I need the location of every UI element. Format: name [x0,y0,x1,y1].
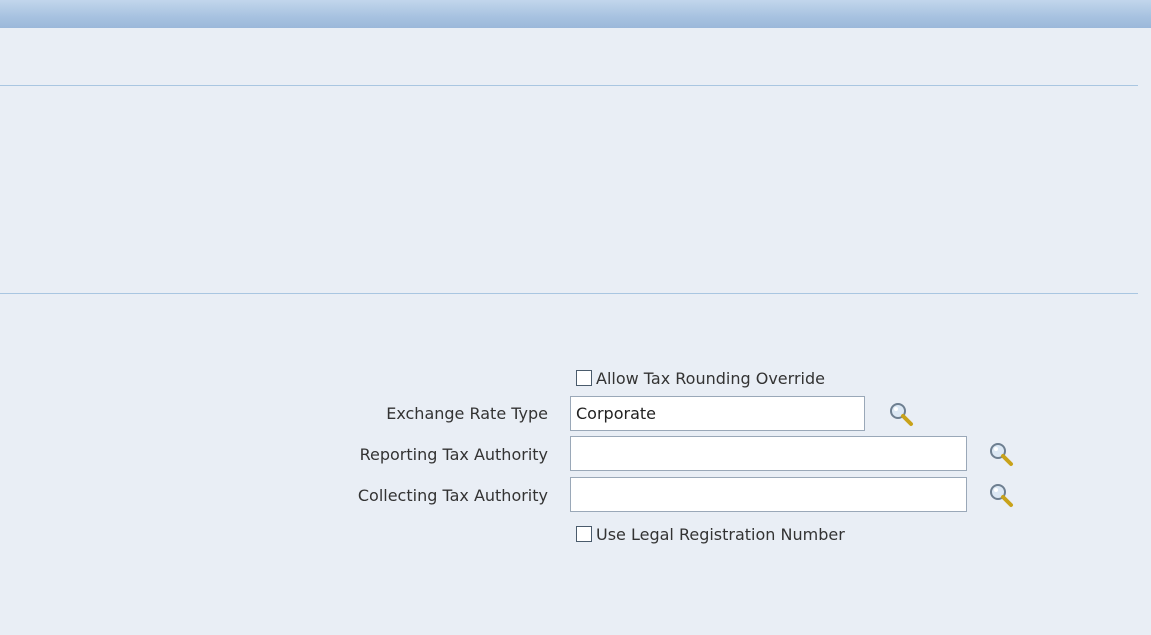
section-divider [0,85,1138,86]
reporting-tax-authority-label: Reporting Tax Authority [359,445,548,464]
exchange-rate-type-label: Exchange Rate Type [386,404,548,423]
collecting-tax-authority-search-icon[interactable] [988,482,1014,508]
collecting-tax-authority-input[interactable] [570,477,967,512]
section-divider [0,293,1138,294]
allow-tax-rounding-override-label: Allow Tax Rounding Override [596,368,825,388]
page: Allow Tax Rounding Override Exchange Rat… [0,0,1151,635]
reporting-tax-authority-search-icon[interactable] [988,441,1014,467]
reporting-tax-authority-input[interactable] [570,436,967,471]
use-legal-registration-number-checkbox[interactable] [576,526,592,542]
exchange-rate-type-input[interactable] [570,396,865,431]
allow-tax-rounding-override-checkbox[interactable] [576,370,592,386]
use-legal-registration-number-label: Use Legal Registration Number [596,524,845,544]
exchange-rate-type-search-icon[interactable] [888,401,914,427]
collecting-tax-authority-label: Collecting Tax Authority [357,486,548,505]
use-legal-registration-number-row[interactable]: Use Legal Registration Number [576,523,845,545]
header-band [0,0,1151,28]
allow-tax-rounding-override-row[interactable]: Allow Tax Rounding Override [576,367,825,389]
